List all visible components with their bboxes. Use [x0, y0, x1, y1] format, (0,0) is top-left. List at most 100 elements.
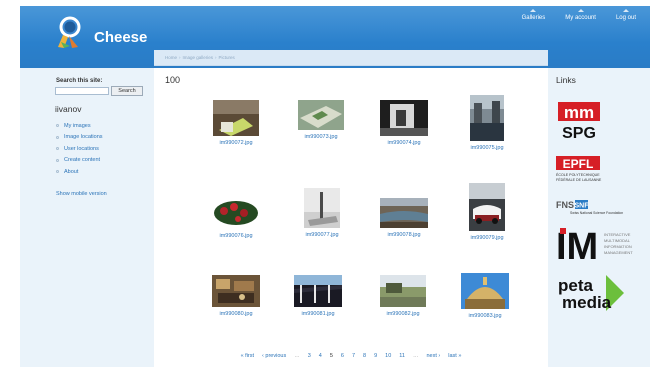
image-thumbnail[interactable]: im990072.jpg [194, 100, 278, 146]
mmspg-line1: mm [564, 103, 594, 122]
bullet-icon [56, 124, 59, 128]
menu-item-my-images[interactable]: My images [56, 120, 103, 132]
pager-page-current: 5 [329, 353, 333, 359]
thumbnail-filename[interactable]: im990073.jpg [279, 134, 363, 140]
menu-item-about[interactable]: About [56, 166, 103, 178]
thumbnail-filename[interactable]: im990078.jpg [362, 232, 446, 238]
thumbnail-image[interactable] [469, 183, 505, 231]
pager-page-3[interactable]: 3 [308, 353, 311, 359]
fns-mark: FNS [556, 200, 574, 210]
menu-item-user-locations[interactable]: User locations [56, 143, 103, 155]
petamedia-line2: media [562, 293, 612, 312]
breadcrumb-image-galleries[interactable]: Image galleries [183, 55, 214, 60]
site-header: Cheese Galleries My account Log out Home… [20, 6, 650, 68]
pager-page-6[interactable]: 6 [341, 353, 344, 359]
thumbnail-filename[interactable]: im990082.jpg [361, 311, 445, 317]
search-button[interactable]: Search [111, 86, 143, 96]
image-thumbnail[interactable]: im990077.jpg [280, 188, 364, 238]
thumbnail-image[interactable] [304, 188, 340, 228]
pager-last[interactable]: last » [448, 353, 461, 359]
main-content: 100 im990072.jpg im990073.jpg im990074.j… [154, 68, 548, 367]
menu-item-label: My images [64, 122, 91, 129]
nav-my-account[interactable]: My account [565, 9, 596, 21]
menu-item-label: About [64, 168, 79, 175]
thumbnail-image[interactable] [212, 275, 260, 307]
image-thumbnail[interactable]: im990083.jpg [443, 273, 527, 319]
breadcrumb-pictures[interactable]: Pictures [219, 55, 235, 60]
thumbnail-image[interactable] [461, 273, 509, 309]
im2-logo[interactable]: IM INTERACTIVE MULTIMODAL INFORMATION MA… [556, 226, 640, 262]
thumbnail-filename[interactable]: im990081.jpg [276, 311, 360, 317]
thumbnail-filename[interactable]: im990075.jpg [445, 145, 529, 151]
image-thumbnail[interactable]: im990075.jpg [445, 95, 529, 151]
search-input[interactable] [55, 87, 109, 95]
left-sidebar: Search this site: Search iivanov My imag… [20, 68, 152, 367]
thumbnail-filename[interactable]: im990074.jpg [362, 140, 446, 146]
breadcrumb-separator: › [179, 55, 181, 60]
thumbnail-filename[interactable]: im990077.jpg [280, 232, 364, 238]
epfl-text-line2: FÉDÉRALE DE LAUSANNE [556, 177, 602, 182]
thumbnail-image[interactable] [298, 100, 344, 130]
thumbnail-image[interactable] [380, 100, 428, 136]
image-thumbnail[interactable]: im990074.jpg [362, 100, 446, 146]
site-wrapper: Cheese Galleries My account Log out Home… [20, 6, 650, 367]
pager-page-11[interactable]: 11 [399, 353, 405, 359]
thumbnail-image[interactable] [470, 95, 504, 141]
image-thumbnail[interactable]: im990081.jpg [276, 275, 360, 317]
thumbnail-image[interactable] [212, 193, 260, 229]
image-thumbnail[interactable]: im990082.jpg [361, 275, 445, 317]
menu-item-create-content[interactable]: Create content [56, 155, 103, 167]
gallery-title: 100 [165, 75, 181, 85]
epfl-logo[interactable]: EPFL ÉCOLE POLYTECHNIQUE FÉDÉRALE DE LAU… [556, 156, 606, 182]
thumbnail-filename[interactable]: im990072.jpg [194, 140, 278, 146]
pager-page-7[interactable]: 7 [352, 353, 355, 359]
im2-text-4: MANAGEMENT [604, 250, 633, 255]
search-label: Search this site: [56, 78, 103, 84]
pager-previous[interactable]: ‹ previous [262, 353, 286, 359]
image-thumbnail[interactable]: im990073.jpg [279, 100, 363, 140]
menu-item-label: Create content [64, 157, 101, 164]
user-menu: My images Image locations User locations… [56, 120, 103, 178]
im2-text-2: MULTIMODAL [604, 238, 631, 243]
show-mobile-version-link[interactable]: Show mobile version [56, 191, 107, 197]
top-navigation: Galleries My account Log out [522, 9, 636, 21]
nav-log-out[interactable]: Log out [616, 9, 636, 21]
thumbnail-filename[interactable]: im990080.jpg [194, 311, 278, 317]
site-name[interactable]: Cheese [94, 29, 147, 46]
epfl-mark: EPFL [563, 157, 594, 171]
image-thumbnail[interactable]: im990076.jpg [194, 193, 278, 239]
snf-mark: SNF [575, 203, 590, 210]
image-thumbnail[interactable]: im990079.jpg [445, 183, 529, 241]
menu-item-label: User locations [64, 145, 99, 152]
fns-snf-logo[interactable]: FNS SNF Swiss National Science Foundatio… [556, 199, 648, 215]
thumbnail-filename[interactable]: im990083.jpg [443, 313, 527, 319]
bullet-icon [56, 135, 59, 139]
links-heading: Links [556, 75, 576, 85]
pager: « first ‹ previous … 3 4 5 6 7 8 9 10 11… [154, 353, 548, 359]
fns-text: Swiss National Science Foundation [570, 211, 623, 215]
magnifier-logo-icon[interactable] [56, 16, 86, 50]
pager-page-10[interactable]: 10 [385, 353, 391, 359]
mmspg-line2: SPG [562, 125, 596, 142]
pager-page-4[interactable]: 4 [319, 353, 322, 359]
pager-next[interactable]: next › [426, 353, 440, 359]
image-thumbnail[interactable]: im990080.jpg [194, 275, 278, 317]
pager-page-9[interactable]: 9 [374, 353, 377, 359]
user-name: iivanov [55, 104, 82, 114]
thumbnail-filename[interactable]: im990076.jpg [194, 233, 278, 239]
menu-item-image-locations[interactable]: Image locations [56, 132, 103, 144]
thumbnail-image[interactable] [213, 100, 259, 136]
breadcrumb-home[interactable]: Home [165, 55, 177, 60]
image-thumbnail[interactable]: im990078.jpg [362, 198, 446, 238]
pager-page-8[interactable]: 8 [363, 353, 366, 359]
nav-galleries[interactable]: Galleries [522, 9, 545, 21]
thumbnail-image[interactable] [380, 275, 426, 307]
thumbnail-image[interactable] [294, 275, 342, 307]
breadcrumb-separator: › [215, 55, 217, 60]
thumbnail-image[interactable] [380, 198, 428, 228]
pager-first[interactable]: « first [241, 353, 254, 359]
thumbnail-filename[interactable]: im990079.jpg [445, 235, 529, 241]
petamedia-logo[interactable]: peta media [556, 273, 626, 313]
mmspg-logo[interactable]: mm SPG [558, 102, 600, 142]
pager-ellipsis: … [412, 353, 419, 359]
